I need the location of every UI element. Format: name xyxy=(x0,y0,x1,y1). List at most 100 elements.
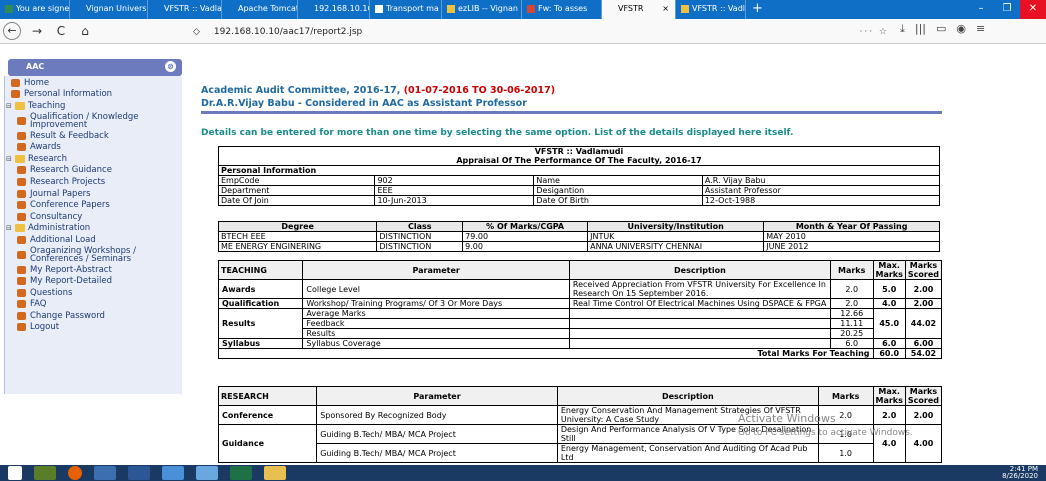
sidebar-item-label: Research xyxy=(28,153,67,164)
browser-tab[interactable]: ezLIB -- Vignan xyxy=(442,0,522,19)
sidebar-item-label: Additional Load xyxy=(30,234,96,245)
sidebar-item-personal-information[interactable]: Personal Information xyxy=(5,89,182,101)
sidebar-item-research[interactable]: ⊟ Research xyxy=(5,153,182,165)
browser-tab[interactable]: Transport ma xyxy=(370,0,442,19)
sidebar-item-conference-papers[interactable]: Conference Papers xyxy=(5,199,182,211)
sidebar-item-research-projects[interactable]: Research Projects xyxy=(5,176,182,188)
sidebar-item-label: Research Projects xyxy=(30,176,106,187)
browser-tab[interactable]: VFSTR :: Vadla xyxy=(676,0,746,19)
favicon-icon xyxy=(75,5,83,13)
sidebar-item-qualification-knowledge-improvement[interactable]: Qualification / Knowledge Improvement xyxy=(5,112,182,130)
sidebar-item-label: FAQ xyxy=(30,299,47,310)
sidebar-item-my-report-detailed[interactable]: My Report-Detailed xyxy=(5,275,182,287)
maximize-icon[interactable]: ❐ xyxy=(994,0,1020,19)
media-icon[interactable] xyxy=(94,466,116,480)
minimize-icon[interactable]: – xyxy=(968,0,994,19)
page-icon xyxy=(17,143,26,152)
collapse-icon[interactable]: ⊗ xyxy=(165,61,176,72)
sidebar-item-faq[interactable]: FAQ xyxy=(5,299,182,311)
browser-tab[interactable]: VFSTR :: Vadlamu xyxy=(148,0,222,19)
tab-label: Transport ma xyxy=(386,4,439,13)
taskbar-app-icon[interactable] xyxy=(34,466,56,480)
table-row: Guiding B.Tech/ MBA/ MCA Project Energy … xyxy=(219,443,942,463)
sidebar-item-logout[interactable]: Logout xyxy=(5,322,182,334)
folder-icon xyxy=(15,224,25,233)
reload-icon[interactable]: C xyxy=(53,24,69,38)
close-tab-icon[interactable]: × xyxy=(658,4,669,13)
toolbar-icons: ⤓ ||| ▭ ◉ ≡ xyxy=(900,22,985,36)
close-window-icon[interactable]: ✕ xyxy=(1020,0,1046,19)
sidebar-item-oraganizing-workshops-conferences-seminars[interactable]: Oraganizing Workshops / Conferences / Se… xyxy=(5,246,182,264)
sidebar-item-administration[interactable]: ⊟ Administration xyxy=(5,223,182,235)
browser-tab[interactable]: Fw: To asses xyxy=(522,0,602,19)
windows-watermark: Activate Windows Go to PC settings to ac… xyxy=(738,412,913,438)
home-icon[interactable]: ⌂ xyxy=(77,24,93,38)
browser-tab[interactable]: 192.168.10.16/ezlib xyxy=(298,0,370,19)
sidebar-item-home[interactable]: Home xyxy=(5,77,182,89)
folder-icon xyxy=(15,154,25,163)
account-icon[interactable]: ◉ xyxy=(956,22,966,36)
page-icon xyxy=(17,177,26,186)
table-row: ME ENERGY ENGINERING DISTINCTION 9.00 ANNA … xyxy=(217,241,940,252)
url-bar[interactable]: ◇ 192.168.10.10/aac17/report2.jsp ··· ☆ xyxy=(193,22,889,41)
sidebar-item-label: Questions xyxy=(30,287,73,298)
collapse-toggle-icon[interactable]: ⊟ xyxy=(6,155,15,163)
sidebar-item-change-password[interactable]: Change Password xyxy=(5,310,182,322)
favicon-icon xyxy=(527,5,535,13)
folder-icon[interactable] xyxy=(264,466,286,480)
collapse-toggle-icon[interactable]: ⊟ xyxy=(6,102,15,110)
collapse-toggle-icon[interactable]: ⊟ xyxy=(6,224,15,232)
network-icon[interactable] xyxy=(162,466,184,480)
main-content: Academic Audit Committee, 2016-17, (01-0… xyxy=(201,44,961,465)
browser-tab[interactable]: Apache Tomcat/ xyxy=(222,0,298,19)
sidebar-item-result-feedback[interactable]: Result & Feedback xyxy=(5,130,182,142)
page-icon xyxy=(17,250,26,259)
sidebar: AAC ⊗ Home Personal Information ⊟ Teaching Q… xyxy=(0,44,188,465)
page-icon xyxy=(11,78,20,87)
tab-label: You are signe xyxy=(16,4,70,13)
sidebar-item-label: Conference Papers xyxy=(30,200,110,211)
table-row: Qualification Workshop/ Training Program… xyxy=(217,298,943,309)
sidebar-item-journal-papers[interactable]: Journal Papers xyxy=(5,188,182,200)
teaching-table: TEACHING Parameter Description Marks Max… xyxy=(217,260,943,359)
page-icon xyxy=(17,300,26,309)
ie-icon[interactable] xyxy=(196,466,218,480)
menu-icon[interactable]: ≡ xyxy=(976,22,985,36)
sidebar-item-questions[interactable]: Questions xyxy=(5,287,182,299)
new-tab-button[interactable]: + xyxy=(746,0,769,19)
sidebar-item-research-guidance[interactable]: Research Guidance xyxy=(5,165,182,177)
sidebar-icon[interactable]: ▭ xyxy=(936,22,946,36)
library-icon[interactable]: ||| xyxy=(915,22,926,36)
sidebar-item-label: My Report-Abstract xyxy=(30,264,112,275)
sidebar-item-awards[interactable]: Awards xyxy=(5,141,182,153)
favicon-icon xyxy=(375,5,383,13)
sidebar-header[interactable]: AAC ⊗ xyxy=(8,59,182,76)
sidebar-item-additional-load[interactable]: Additional Load xyxy=(5,234,182,246)
word-icon[interactable] xyxy=(128,466,150,480)
tab-label: Apache Tomcat/ xyxy=(238,4,298,13)
shield-icon: ◇ xyxy=(193,26,200,37)
sidebar-item-teaching[interactable]: ⊟ Teaching xyxy=(5,100,182,112)
info-note: Details can be entered for more than one… xyxy=(201,128,794,138)
system-clock[interactable]: 2:41 PM 8/26/2020 xyxy=(1002,466,1046,480)
sidebar-item-my-report-abstract[interactable]: My Report-Abstract xyxy=(5,264,182,276)
tab-label: VFSTR xyxy=(618,4,644,13)
browser-tab[interactable]: VFSTR × xyxy=(602,0,676,19)
forward-icon[interactable]: → xyxy=(29,24,45,38)
browser-tab[interactable]: You are signe xyxy=(0,0,70,19)
url-text[interactable]: 192.168.10.10/aac17/report2.jsp xyxy=(214,27,362,37)
table-row: Date Of Join 10-Jun-2013 Date Of Birth 12-O… xyxy=(217,195,941,206)
browser-tab[interactable]: Vignan University xyxy=(70,0,148,19)
excel-icon[interactable] xyxy=(230,466,252,480)
table-row: Syllabus Syllabus Coverage 6.0 6.0 6.00 xyxy=(217,338,943,349)
sidebar-item-consultancy[interactable]: Consultancy xyxy=(5,211,182,223)
favicon-icon xyxy=(227,5,235,13)
firefox-icon[interactable] xyxy=(68,466,82,480)
back-icon[interactable]: ← xyxy=(3,22,21,40)
page-actions-icon[interactable]: ··· ☆ xyxy=(859,27,889,37)
start-icon[interactable] xyxy=(8,466,22,480)
table-row: Feedback 11.11 xyxy=(219,318,942,329)
tab-label: ezLIB -- Vignan xyxy=(458,4,518,13)
download-icon[interactable]: ⤓ xyxy=(900,22,905,36)
folder-icon xyxy=(15,101,25,110)
